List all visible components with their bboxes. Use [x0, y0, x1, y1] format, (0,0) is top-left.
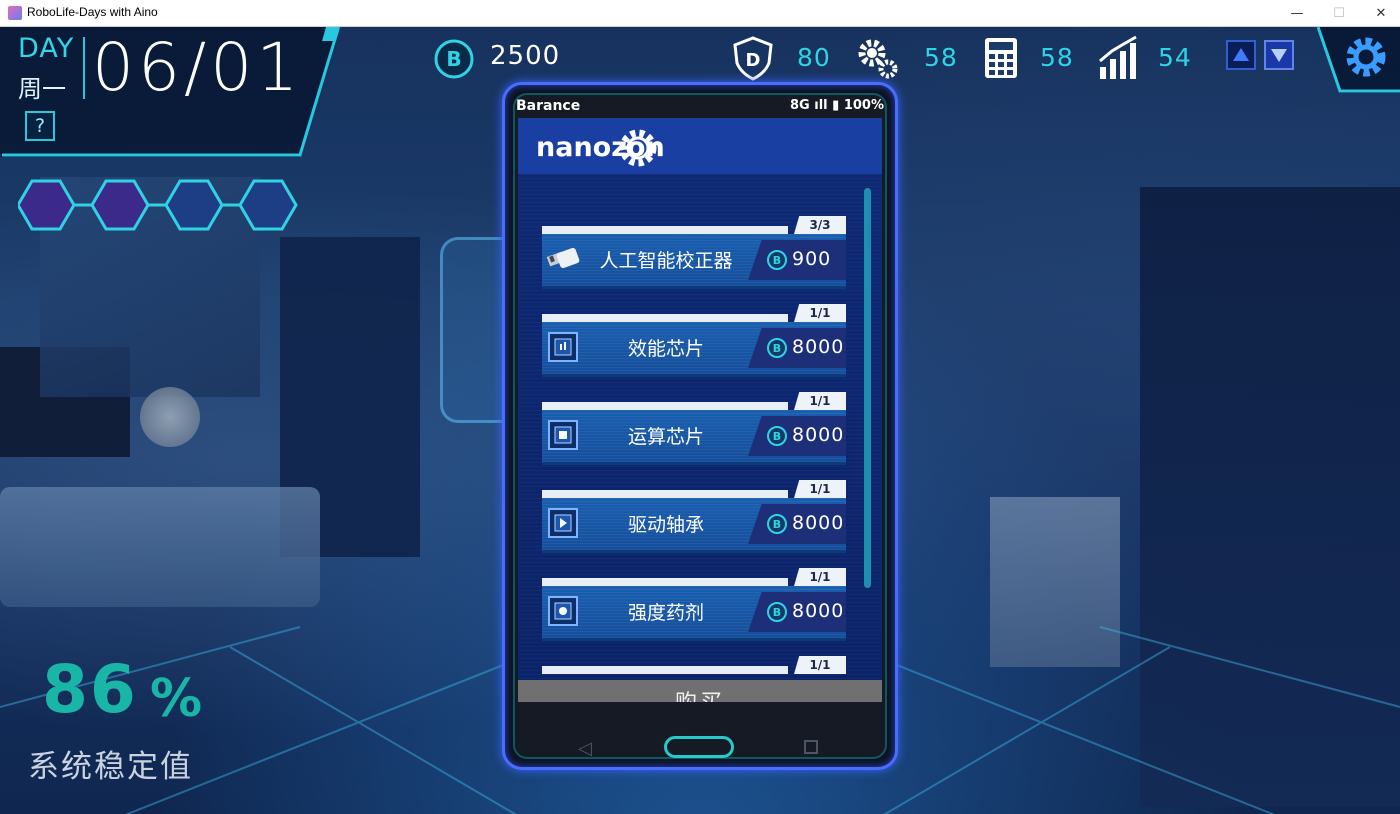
home-button[interactable]: [664, 736, 734, 758]
buy-button[interactable]: 购买: [518, 680, 882, 702]
day-label: DAY: [18, 33, 75, 64]
signal-battery-status: 8G ıll ▮ 100%: [790, 98, 884, 113]
shop-item[interactable]: 3/3 人工智能校正器 B 900: [542, 216, 846, 296]
shop-item[interactable]: 1/1 效能芯片 B 8000: [542, 304, 846, 384]
window-titlebar: RoboLife-Days with Aino — ☐ ✕: [0, 0, 1400, 27]
hex-slot-2: [90, 179, 150, 231]
item-stock: 1/1: [794, 392, 846, 410]
hex-slot-4: [238, 179, 298, 231]
back-icon[interactable]: ◁: [578, 738, 592, 759]
phone-status-bar: Barance 8G ıll ▮ 100%: [516, 96, 888, 118]
stat-computing-value: 58: [1040, 43, 1074, 72]
chip-icon: [548, 332, 578, 362]
svg-text:B: B: [773, 518, 781, 531]
stat-growth-value: 54: [1158, 43, 1192, 72]
hex-slot-1: [18, 179, 76, 231]
shop-scrollbar[interactable]: [864, 188, 871, 588]
carrier-name: Barance: [516, 98, 581, 114]
coin-icon: B: [767, 250, 787, 270]
item-stock: 1/1: [794, 480, 846, 498]
calculator-icon: [985, 38, 1017, 78]
scroll-up-button[interactable]: [1226, 40, 1256, 70]
chip-icon: [548, 596, 578, 626]
shield-icon: D: [733, 36, 773, 81]
minimize-button[interactable]: —: [1274, 0, 1320, 27]
stability-value: 86: [42, 651, 138, 728]
item-price: 8000: [792, 424, 845, 446]
shop-gear-icon: [619, 129, 657, 167]
shop-item[interactable]: 1/1 运算芯片 B 8000: [542, 392, 846, 472]
shop-header: nanozon: [518, 118, 882, 174]
chip-icon: [548, 420, 578, 450]
shop-screen: nanozon 3/3 人工智能校正器 B 900 1/1 效能芯片 B 800…: [518, 118, 882, 702]
growth-chart-icon: [1099, 35, 1137, 79]
coin-icon: B: [767, 426, 787, 446]
hex-slots: [18, 179, 298, 231]
phone-nav-bar: ◁: [518, 730, 882, 770]
stat-mechanics-value: 58: [924, 43, 958, 72]
item-price: 8000: [792, 600, 845, 622]
close-button[interactable]: ✕: [1358, 0, 1400, 27]
coin-icon: B: [767, 602, 787, 622]
item-name: 效能芯片: [627, 338, 704, 360]
coin-icon: B: [767, 338, 787, 358]
svg-text:D: D: [746, 50, 761, 71]
stat-defense-value: 80: [797, 43, 831, 72]
item-price: 8000: [792, 336, 845, 358]
current-date: 06/01: [92, 29, 303, 106]
stability-label: 系统稳定值: [28, 749, 193, 785]
usb-drive-icon: [546, 247, 580, 269]
item-stock: 1/1: [794, 304, 846, 322]
coin-amount: 2500: [490, 41, 561, 71]
item-stock: 3/3: [794, 216, 846, 234]
coin-icon: B: [767, 514, 787, 534]
item-price: 900: [792, 248, 832, 270]
shop-item[interactable]: 1/1 驱动轴承 B 8000: [542, 480, 846, 560]
shop-scroll-thumb[interactable]: [864, 188, 871, 588]
arrow-down-icon: [1271, 49, 1287, 62]
chip-icon: [548, 508, 578, 538]
bg-lamp: [140, 387, 200, 447]
svg-text:B: B: [773, 342, 781, 355]
item-name: 强度药剂: [627, 602, 704, 624]
item-name: 人工智能校正器: [599, 250, 733, 272]
arrow-up-icon: [1233, 48, 1249, 61]
recent-apps-icon[interactable]: [804, 740, 818, 754]
coin-icon: B: [434, 39, 474, 79]
day-panel: DAY 周一 06/01 ?: [0, 27, 340, 157]
settings-button[interactable]: [1316, 27, 1400, 93]
hex-slot-3: [164, 179, 224, 231]
svg-text:B: B: [446, 47, 461, 71]
item-stock: 1/1: [794, 656, 846, 674]
scroll-down-button[interactable]: [1264, 40, 1294, 70]
help-button[interactable]: ?: [25, 111, 55, 141]
svg-text:B: B: [773, 430, 781, 443]
window-title: RoboLife-Days with Aino: [27, 5, 158, 19]
maximize-button[interactable]: ☐: [1316, 0, 1362, 27]
svg-text:B: B: [773, 606, 781, 619]
shop-item[interactable]: 1/1 强度药剂 B 8000: [542, 568, 846, 648]
item-name: 运算芯片: [627, 426, 704, 448]
item-name: 驱动轴承: [627, 514, 704, 536]
gears-icon: [858, 39, 898, 79]
stability-unit: %: [150, 669, 203, 729]
item-stock: 1/1: [794, 568, 846, 586]
item-price: 8000: [792, 512, 845, 534]
app-icon: [8, 6, 22, 20]
weekday: 周一: [18, 75, 66, 103]
svg-text:B: B: [773, 254, 781, 267]
